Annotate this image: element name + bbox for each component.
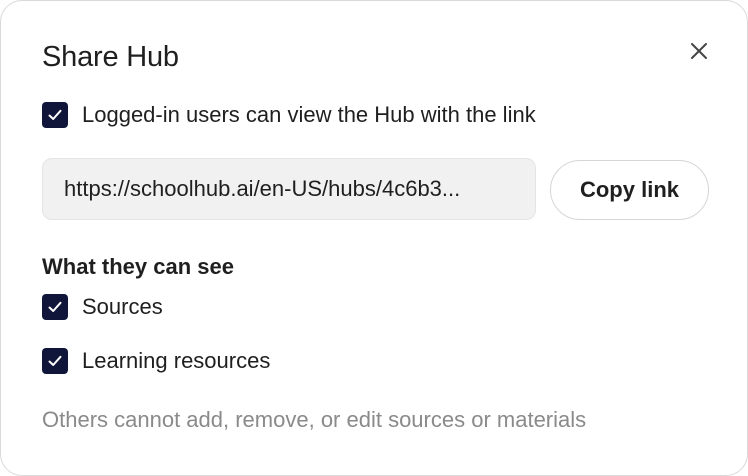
dialog-title: Share Hub: [42, 41, 179, 73]
logged-in-access-row[interactable]: Logged-in users can view the Hub with th…: [42, 101, 536, 129]
checkmark-icon: [48, 355, 62, 366]
close-button[interactable]: [687, 39, 711, 63]
visibility-heading: What they can see: [42, 254, 234, 279]
share-hub-dialog: Share Hub Logged-in users can view the H…: [0, 0, 748, 476]
checkmark-icon: [48, 301, 62, 312]
learning-resources-row[interactable]: Learning resources: [42, 347, 270, 375]
logged-in-access-checkbox[interactable]: [42, 102, 68, 128]
sources-label: Sources: [82, 294, 163, 319]
learning-resources-label: Learning resources: [82, 348, 271, 373]
checkmark-icon: [48, 109, 62, 120]
share-link-field[interactable]: https://schoolhub.ai/en-US/hubs/4c6b3...: [42, 158, 536, 220]
logged-in-access-label: Logged-in users can view the Hub with th…: [82, 102, 536, 127]
sources-checkbox[interactable]: [42, 294, 68, 320]
close-icon: [691, 43, 707, 59]
sources-row[interactable]: Sources: [42, 293, 163, 321]
copy-link-button[interactable]: Copy link: [550, 160, 709, 220]
permissions-note: Others cannot add, remove, or edit sourc…: [42, 407, 587, 432]
learning-resources-checkbox[interactable]: [42, 348, 68, 374]
